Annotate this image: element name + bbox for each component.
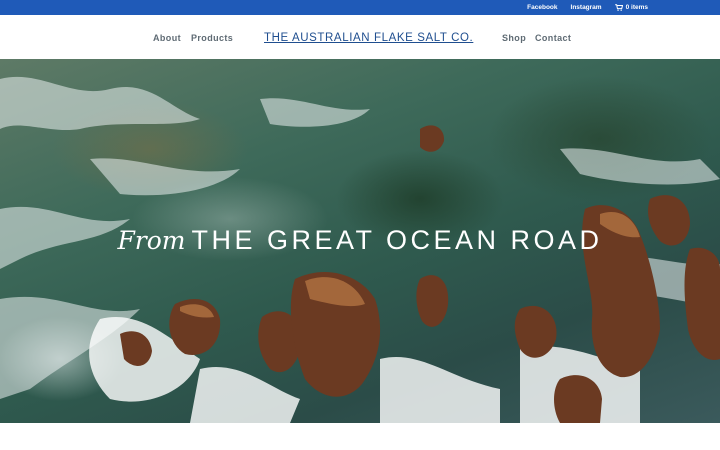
site-logo[interactable]: THE AUSTRALIAN FLAKE SALT CO. xyxy=(264,32,473,44)
instagram-link[interactable]: Instagram xyxy=(571,4,602,11)
facebook-link[interactable]: Facebook xyxy=(527,4,557,11)
content-area xyxy=(0,423,720,450)
nav-products[interactable]: Products xyxy=(191,33,233,43)
nav-shop[interactable]: Shop xyxy=(502,33,526,43)
hero-script-text: From xyxy=(117,226,186,255)
top-bar: Facebook Instagram 0 items xyxy=(0,0,720,15)
cart-link[interactable]: 0 items xyxy=(614,4,648,11)
nav-about[interactable]: About xyxy=(153,33,181,43)
hero-banner: From THE GREAT OCEAN ROAD xyxy=(0,59,720,423)
hero-main-text: THE GREAT OCEAN ROAD xyxy=(191,225,603,255)
cart-icon xyxy=(614,4,623,11)
cart-count: 0 items xyxy=(625,4,648,11)
hero-heading: From THE GREAT OCEAN ROAD xyxy=(0,225,720,256)
site-header: About Products THE AUSTRALIAN FLAKE SALT… xyxy=(0,15,720,59)
nav-contact[interactable]: Contact xyxy=(535,33,571,43)
